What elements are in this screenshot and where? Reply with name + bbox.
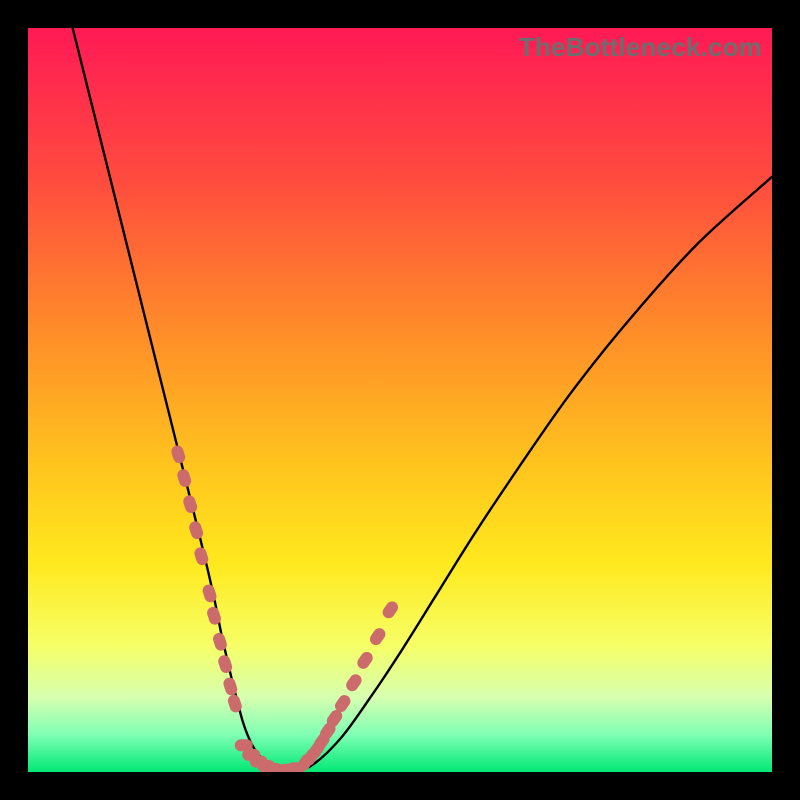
chart-svg — [28, 28, 772, 772]
bottleneck-curve — [73, 28, 772, 771]
marker-capsule — [368, 626, 388, 648]
marker-capsule — [170, 444, 187, 465]
marker-capsule — [355, 650, 375, 672]
marker-capsule — [344, 672, 364, 694]
outer-frame: TheBottleneck.com — [0, 0, 800, 800]
marker-capsule — [380, 599, 400, 621]
marker-capsule — [182, 494, 199, 515]
plot-area: TheBottleneck.com — [28, 28, 772, 772]
marker-group — [170, 444, 401, 772]
marker-capsule — [176, 468, 193, 489]
marker-capsule — [188, 520, 205, 541]
